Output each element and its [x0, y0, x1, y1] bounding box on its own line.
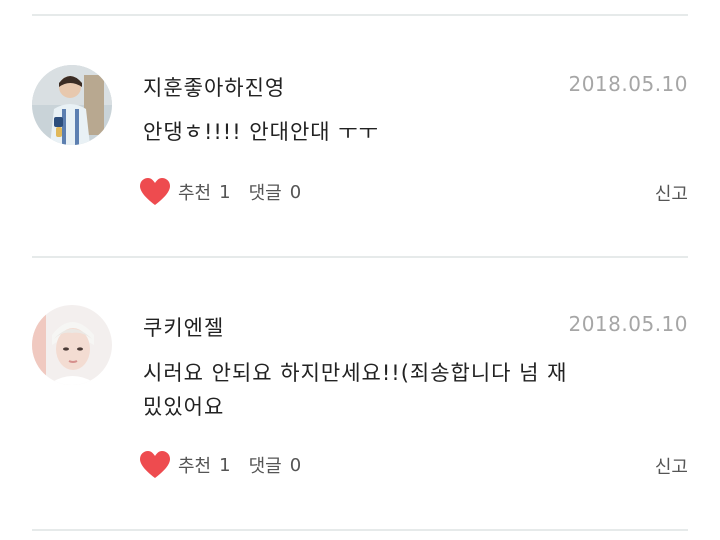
comment-divider [32, 256, 688, 258]
like-label[interactable]: 추천 [178, 452, 211, 478]
avatar[interactable] [32, 65, 112, 145]
heart-icon[interactable] [140, 451, 170, 479]
heart-icon[interactable] [140, 178, 170, 206]
comment-actions: 추천 1 댓글 0 [140, 177, 319, 207]
like-count: 1 [219, 454, 231, 476]
comment-text: 시러요 안되요 하지만세요!!(죄송합니다 넘 재밌있어요 [143, 361, 568, 419]
reply-label[interactable]: 댓글 [249, 452, 282, 478]
bottom-divider [32, 529, 688, 531]
comment-username[interactable]: 지훈좋아하진영 [143, 72, 285, 102]
comment-date: 2018.05.10 [568, 312, 688, 336]
comment-date: 2018.05.10 [568, 72, 688, 96]
report-button[interactable]: 신고 [655, 453, 688, 479]
top-divider [32, 14, 688, 16]
comment-text: 안댕ㅎ!!!! 안대안대 ㅜㅜ [143, 120, 379, 144]
like-count: 1 [219, 181, 231, 203]
reply-count: 0 [289, 454, 302, 476]
comment-actions: 추천 1 댓글 0 [140, 450, 319, 480]
avatar[interactable] [32, 305, 112, 385]
reply-count: 0 [289, 181, 302, 203]
comment-username[interactable]: 쿠키엔젤 [143, 312, 224, 342]
reply-label[interactable]: 댓글 [249, 179, 282, 205]
report-button[interactable]: 신고 [655, 180, 688, 206]
like-label[interactable]: 추천 [178, 179, 211, 205]
